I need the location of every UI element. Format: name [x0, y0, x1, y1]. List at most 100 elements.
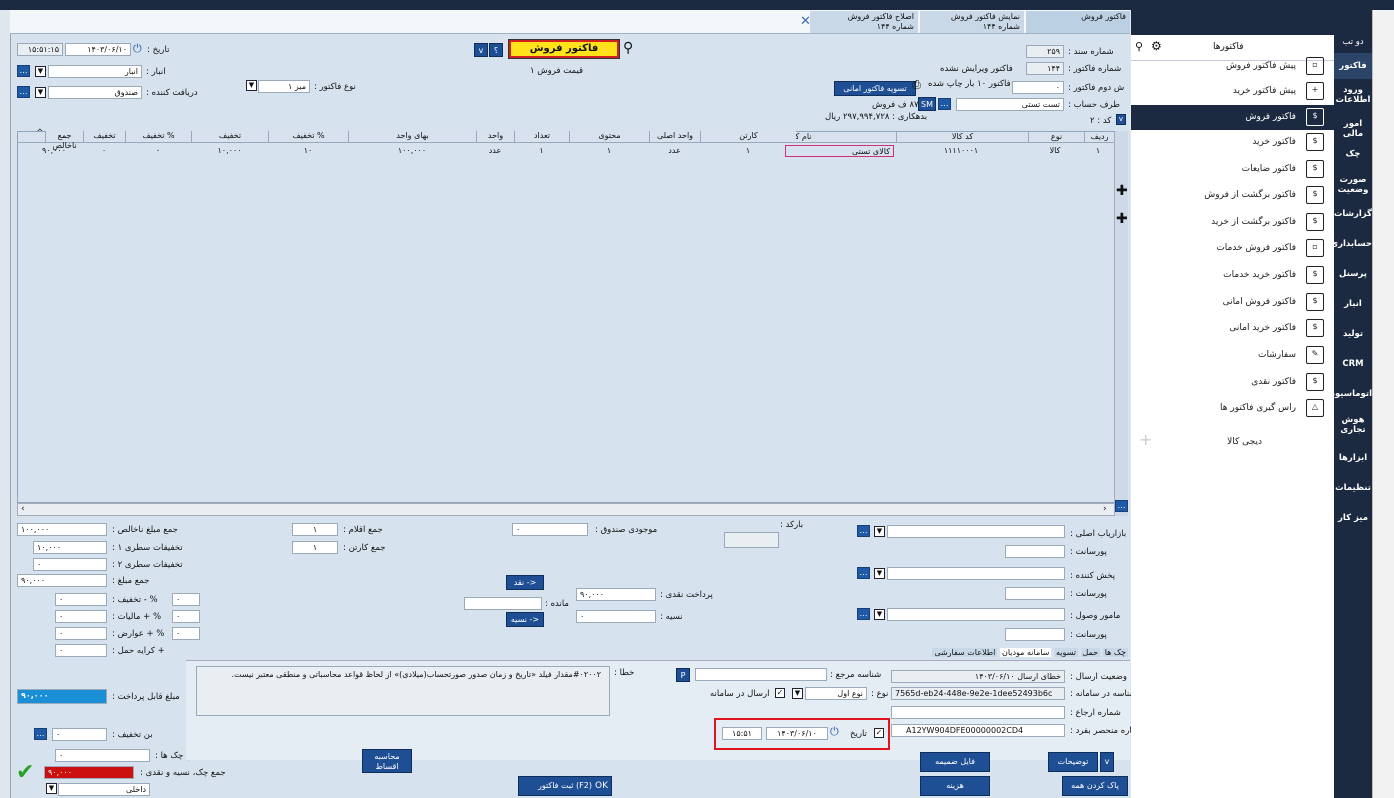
tab-view-invoice[interactable]: نمایش فاکتور فروش شماره ۱۴۴	[920, 11, 1024, 33]
v-button[interactable]: v	[1116, 114, 1126, 125]
grid-more-button[interactable]: …	[1115, 500, 1128, 512]
no-discount-field[interactable]: ۰	[52, 728, 107, 741]
internal-select[interactable]: داخلی	[58, 783, 150, 796]
barcode-field[interactable]	[724, 532, 779, 548]
p-button[interactable]: P	[676, 668, 690, 682]
marketer-field[interactable]	[887, 525, 1065, 538]
power-icon[interactable]: ⏻	[133, 42, 142, 56]
distributor-commission-field[interactable]	[1005, 587, 1065, 600]
gear-icon[interactable]: ⚙	[1151, 39, 1162, 53]
col-header[interactable]: تعداد	[514, 131, 569, 142]
col-header[interactable]: بهای واحد	[348, 131, 476, 142]
cat-production[interactable]: تولید	[1334, 321, 1372, 349]
col-header[interactable]: % تخفیف	[125, 131, 191, 142]
sidebar-item-prepurchase[interactable]: + پیش فاکتور خرید	[1131, 79, 1334, 104]
sidebar-item-due-date[interactable]: △ راس گیری فاکتور ها	[1131, 396, 1334, 421]
marketer-more-button[interactable]: …	[857, 525, 870, 537]
col-header[interactable]: جمع ناخالص	[45, 131, 83, 150]
chevron-down-icon[interactable]: ▼	[792, 688, 803, 699]
sidebar-item-purchase[interactable]: $ فاکتور خرید	[1131, 130, 1334, 155]
col-header[interactable]: کارتن	[700, 131, 796, 142]
reference-number-field[interactable]	[891, 706, 1065, 719]
cat-automation[interactable]: اتوماسیون	[1328, 381, 1372, 409]
col-header[interactable]: واحد	[476, 131, 514, 142]
nav-v-button[interactable]: v	[474, 43, 488, 57]
discount-pct-field[interactable]: ۰	[172, 593, 200, 606]
table-row[interactable]: ۱ کالا ۱۱۱۱۰۰۰۱ کالای تستی ۱ عدد ۱ ۱ عدد…	[17, 145, 1115, 159]
sales-invoice-title-button[interactable]: فاکتور فروش	[508, 39, 620, 59]
unique-number-field[interactable]: A12YW904DFE00000002CD4	[891, 724, 1065, 737]
type-field[interactable]: نوع اول	[805, 687, 867, 700]
cat-data-entry[interactable]: ورود اطلاعات	[1334, 81, 1372, 109]
cash-payment-field[interactable]: ۹۰,۰۰۰	[576, 588, 656, 601]
scroll-left-icon[interactable]: ‹	[21, 504, 25, 514]
cost-button[interactable]: هزینه	[920, 776, 990, 796]
subtab-shipping[interactable]: حمل	[1080, 648, 1101, 657]
cat-business-intel[interactable]: هوش تجاری	[1334, 411, 1372, 443]
party-field[interactable]: تست تستی	[956, 98, 1064, 111]
credit-field[interactable]: ۰	[576, 610, 656, 623]
chevron-down-icon[interactable]: ▼	[46, 783, 57, 794]
sidebar-item-purchase-return[interactable]: $ فاکتور برگشت از خرید	[1131, 210, 1334, 235]
chevron-down-icon[interactable]: ▼	[35, 87, 46, 98]
add-row-icon[interactable]: ✚	[1116, 211, 1128, 227]
cat-warehouse[interactable]: انبار	[1334, 291, 1372, 319]
cat-invoice[interactable]: فاکتور	[1334, 53, 1372, 79]
sidebar-item-orders[interactable]: ✎ سفارشات	[1131, 343, 1334, 368]
invoice-type-field[interactable]: میز ۱	[258, 80, 310, 93]
col-header[interactable]: واحد اصلی	[649, 131, 700, 142]
close-tab-icon[interactable]: ✕	[800, 14, 811, 29]
marketer-commission-field[interactable]	[1005, 545, 1065, 558]
cat-accounting[interactable]: حسابداری	[1330, 231, 1372, 259]
subtab-settlement[interactable]: تسویه	[1053, 648, 1078, 657]
cat-statement[interactable]: صورت وضعیت	[1334, 171, 1372, 199]
nav-help-button[interactable]: ؟	[489, 43, 503, 57]
sidebar-item-sales-return[interactable]: $ فاکتور برگشت از فروش	[1131, 183, 1334, 208]
send-date-field[interactable]: ۱۴۰۳/۰۶/۱۰	[766, 727, 828, 740]
settle-consignment-button[interactable]: تسویه فاکتور امانی	[834, 81, 916, 96]
receiver-more-button[interactable]: …	[17, 86, 30, 98]
clear-all-button[interactable]: پاک کردن همه	[1062, 776, 1128, 796]
cat-cheque[interactable]: چک	[1334, 141, 1372, 169]
time-field[interactable]: ۱۵:۵۱:۱۵	[17, 43, 63, 56]
cat-crm[interactable]: CRM	[1334, 351, 1372, 379]
cell-product-name[interactable]: کالای تستی	[785, 145, 894, 157]
cat-desk[interactable]: میز کار	[1334, 505, 1372, 533]
second-number-field[interactable]: ۰	[1012, 81, 1064, 94]
party-more-button[interactable]: …	[938, 98, 951, 110]
credit-button[interactable]: <- نسیه	[506, 612, 544, 627]
tax-pct-field[interactable]: ۰	[172, 610, 200, 623]
col-header[interactable]: تخفیف	[83, 131, 125, 142]
scroll-right-icon[interactable]: ›	[1103, 504, 1107, 514]
chevron-down-icon[interactable]: ▼	[246, 80, 257, 91]
subtab-moadian[interactable]: سامانه مودیان	[999, 648, 1052, 657]
send-time-field[interactable]: ۱۵:۵۱	[722, 727, 762, 740]
send-to-system-checkbox[interactable]: ✓	[775, 688, 785, 698]
calculate-installments-button[interactable]: محاسبه اقساط	[362, 749, 412, 773]
sidebar-item-consign-purchase[interactable]: $ فاکتور خرید امانی	[1131, 316, 1334, 341]
cat-settings[interactable]: تنظیمات	[1334, 475, 1372, 503]
duty-pct-field[interactable]: ۰	[172, 627, 200, 640]
col-header[interactable]: تخفیف	[191, 131, 268, 142]
cash-button[interactable]: <- نقد	[506, 575, 544, 590]
col-header[interactable]: محتوی	[569, 131, 649, 142]
cat-reports[interactable]: گزارشات	[1334, 201, 1372, 229]
subtab-custom-info[interactable]: اطلاعات سفارشی	[932, 648, 998, 657]
collector-field[interactable]	[887, 608, 1065, 621]
no-discount-more-button[interactable]: …	[34, 728, 47, 740]
duty-field[interactable]: ۰	[55, 627, 107, 640]
chevron-down-icon[interactable]: ▼	[874, 568, 885, 579]
power-icon[interactable]: ⏻	[830, 725, 839, 739]
error-message-box[interactable]: #۰۲۰۰۲مقدار فیلد «تاریخ و زمان صدور صورت…	[196, 666, 610, 716]
date-field[interactable]: ۱۴۰۳/۰۶/۱۰	[65, 43, 131, 56]
collector-more-button[interactable]: …	[857, 608, 870, 620]
search-icon[interactable]: ⚲	[623, 40, 633, 56]
collector-commission-field[interactable]	[1005, 628, 1065, 641]
subtab-cheques[interactable]: چک ها	[1102, 648, 1128, 657]
chevron-down-icon[interactable]: ▼	[874, 526, 885, 537]
pin-icon[interactable]: ⚲	[1135, 40, 1143, 53]
reference-id-field[interactable]	[695, 668, 827, 681]
warehouse-more-button[interactable]: …	[17, 65, 30, 77]
chevron-down-icon[interactable]: ▼	[874, 609, 885, 620]
horizontal-scrollbar[interactable]: ‹ ›	[17, 503, 1115, 516]
